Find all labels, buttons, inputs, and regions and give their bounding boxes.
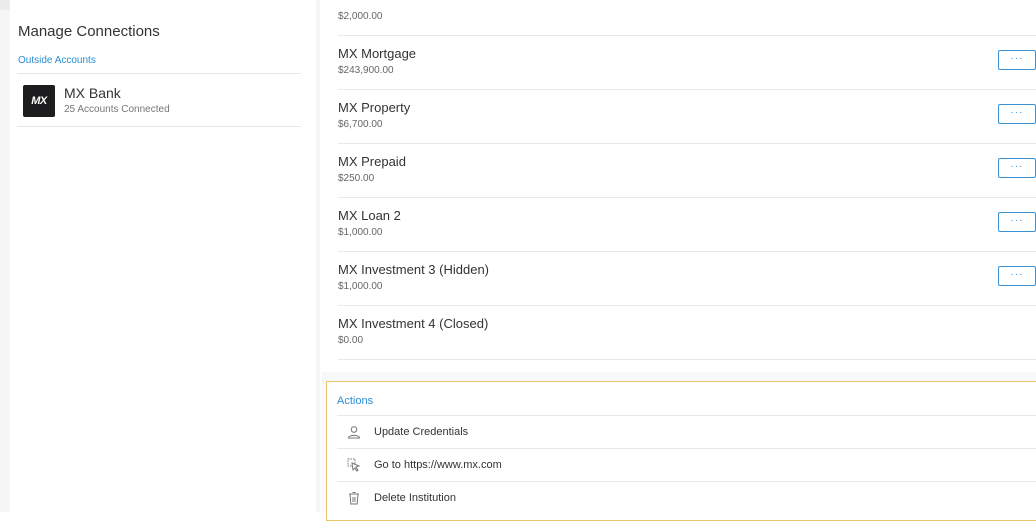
pointer-icon <box>347 458 361 472</box>
divider <box>337 415 1036 416</box>
actions-title: Actions <box>337 395 374 407</box>
trash-icon <box>347 491 361 505</box>
account-balance: $2,000.00 <box>338 11 383 22</box>
account-row[interactable]: $2,000.00 ··· <box>338 0 1036 36</box>
account-row[interactable]: MX Prepaid $250.00 ··· <box>338 144 1036 198</box>
account-balance: $243,900.00 <box>338 65 394 76</box>
account-row[interactable]: MX Loan 2 $1,000.00 ··· <box>338 198 1036 252</box>
account-row[interactable]: MX Mortgage $243,900.00 ··· <box>338 36 1036 90</box>
user-icon <box>347 425 361 439</box>
accounts-list: $2,000.00 ··· MX Mortgage $243,900.00 ··… <box>322 0 1036 372</box>
account-name: MX Property <box>338 100 411 115</box>
account-balance: $1,000.00 <box>338 281 383 292</box>
account-balance: $6,700.00 <box>338 119 383 130</box>
action-label: Update Credentials <box>374 426 469 438</box>
account-name: MX Investment 3 (Hidden) <box>338 262 490 277</box>
actions-panel: Actions Update Credentials Go to https:/… <box>326 381 1036 521</box>
account-balance: $0.00 <box>338 335 364 346</box>
mx-bank-logo: MX <box>23 85 55 117</box>
action-update-credentials[interactable]: Update Credentials <box>347 422 468 442</box>
page-title: Manage Connections <box>18 23 160 40</box>
divider <box>17 73 301 74</box>
section-label-outside-accounts: Outside Accounts <box>18 55 96 66</box>
account-name: MX Investment 4 (Closed) <box>338 316 489 331</box>
account-row[interactable]: MX Investment 3 (Hidden) $1,000.00 ··· <box>338 252 1036 306</box>
account-name: MX Prepaid <box>338 154 406 169</box>
manage-connections-panel: Manage Connections Outside Accounts MX M… <box>0 0 320 512</box>
account-name: MX Loan 2 <box>338 208 401 223</box>
account-row[interactable]: MX Property $6,700.00 ··· <box>338 90 1036 144</box>
action-go-to-website[interactable]: Go to https://www.mx.com <box>347 455 502 475</box>
divider <box>337 481 1036 482</box>
account-options-button[interactable]: ··· <box>998 50 1036 70</box>
institution-accounts-count: 25 Accounts Connected <box>64 104 170 115</box>
action-delete-institution[interactable]: Delete Institution <box>347 488 456 508</box>
account-options-button[interactable]: ··· <box>998 212 1036 232</box>
action-label: Go to https://www.mx.com <box>374 459 502 471</box>
divider <box>17 126 301 127</box>
divider <box>337 448 1036 449</box>
institution-name: MX Bank <box>64 85 121 101</box>
account-options-button[interactable]: ··· <box>998 158 1036 178</box>
action-label: Delete Institution <box>374 492 456 504</box>
account-balance: $250.00 <box>338 173 375 184</box>
account-balance: $1,000.00 <box>338 227 383 238</box>
account-name: MX Mortgage <box>338 46 417 61</box>
account-options-button[interactable]: ··· <box>998 266 1036 286</box>
account-options-button[interactable]: ··· <box>998 104 1036 124</box>
account-row[interactable]: MX Investment 4 (Closed) $0.00 <box>338 306 1036 360</box>
